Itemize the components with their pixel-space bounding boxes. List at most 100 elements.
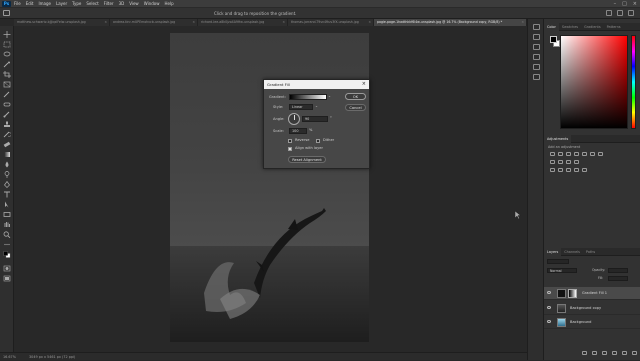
angle-dial[interactable] <box>288 113 300 125</box>
menu-window[interactable]: Window <box>144 0 160 8</box>
channel-mixer-icon[interactable] <box>566 160 571 164</box>
zoom-level[interactable]: 16.67% <box>3 355 16 359</box>
chevron-down-icon[interactable]: ⌄ <box>328 94 331 99</box>
folder-icon[interactable] <box>622 351 627 355</box>
menu-image[interactable]: Image <box>38 0 51 8</box>
minimize-button[interactable]: – <box>614 0 617 8</box>
posterize-icon[interactable] <box>558 168 563 172</box>
brush-tool-icon[interactable] <box>3 111 11 118</box>
close-icon[interactable]: × <box>521 19 524 26</box>
menu-view[interactable]: View <box>129 0 139 8</box>
path-selection-tool-icon[interactable] <box>3 201 11 208</box>
document-tab-active[interactable]: pagie-page-1hadthkkf6l4w-unsplash.jpg @ … <box>374 19 527 26</box>
color-balance-icon[interactable] <box>598 152 603 156</box>
blend-mode-select[interactable]: Normal <box>547 268 577 273</box>
menu-filter[interactable]: Filter <box>104 0 114 8</box>
tab-color[interactable]: Color <box>544 23 559 31</box>
dodge-tool-icon[interactable] <box>3 171 11 178</box>
gradient-map-icon[interactable] <box>574 168 579 172</box>
history-brush-tool-icon[interactable] <box>3 131 11 138</box>
tab-swatches[interactable]: Swatches <box>559 23 581 31</box>
hue-saturation-icon[interactable] <box>590 152 595 156</box>
threshold-icon[interactable] <box>566 168 571 172</box>
more-tools-icon[interactable] <box>3 241 11 248</box>
scale-input[interactable]: 100 <box>289 128 307 134</box>
visibility-eye-icon[interactable] <box>547 320 551 323</box>
properties-icon[interactable] <box>533 34 540 40</box>
blur-tool-icon[interactable] <box>3 161 11 168</box>
gradient-tool-icon[interactable] <box>3 151 11 158</box>
quick-mask-icon[interactable] <box>3 265 11 272</box>
tab-channels[interactable]: Channels <box>561 248 583 256</box>
frame-tool-icon[interactable] <box>3 81 11 88</box>
menu-file[interactable]: File <box>14 0 21 8</box>
chevron-down-icon[interactable]: ⌄ <box>315 104 318 109</box>
mask-icon[interactable] <box>602 351 607 355</box>
close-icon[interactable]: × <box>282 19 285 26</box>
foreground-color-swatch[interactable] <box>550 36 557 43</box>
tab-paths[interactable]: Paths <box>583 248 598 256</box>
reset-alignment-button[interactable]: Reset Alignment <box>288 156 326 163</box>
document-tab[interactable]: richard-lee-a8k0jzo4A9Hw-unsplash.jpg × <box>198 19 288 26</box>
tab-patterns[interactable]: Patterns <box>604 23 624 31</box>
menu-select[interactable]: Select <box>86 0 98 8</box>
black-white-icon[interactable] <box>550 160 555 164</box>
photo-filter-icon[interactable] <box>558 160 563 164</box>
document-tab[interactable]: thomas-jarrand-T9sn4ftuv3fX-unsplash.jpg… <box>288 19 374 26</box>
document-tab[interactable]: andrea-tinr-mUPEmohvcb-unsplash.jpg × <box>110 19 198 26</box>
fill-input[interactable] <box>608 276 628 281</box>
visibility-eye-icon[interactable] <box>547 306 551 309</box>
link-icon[interactable] <box>582 351 587 355</box>
close-icon[interactable]: × <box>104 19 107 26</box>
reverse-checkbox[interactable] <box>288 139 292 143</box>
maximize-button[interactable]: □ <box>622 0 627 8</box>
menu-layer[interactable]: Layer <box>56 0 67 8</box>
exposure-icon[interactable] <box>574 152 579 156</box>
gradient-preview[interactable] <box>289 94 327 100</box>
eyedropper-tool-icon[interactable] <box>3 91 11 98</box>
hue-slider[interactable] <box>631 35 636 129</box>
menu-edit[interactable]: Edit <box>26 0 34 8</box>
type-tool-icon[interactable] <box>3 191 11 198</box>
angle-input[interactable]: 90 <box>302 116 328 122</box>
workspace-icon[interactable] <box>617 10 623 16</box>
crop-tool-icon[interactable] <box>3 71 11 78</box>
layer-row[interactable]: Gradient Fill 1 <box>544 287 640 300</box>
fx-icon[interactable] <box>592 351 597 355</box>
levels-icon[interactable] <box>558 152 563 156</box>
ok-button[interactable]: OK <box>345 93 366 100</box>
tab-adjustments[interactable]: Adjustments <box>544 135 572 143</box>
history-icon[interactable] <box>533 24 540 30</box>
move-tool-icon[interactable] <box>3 31 11 38</box>
close-icon[interactable]: × <box>192 19 195 26</box>
paragraph-icon[interactable] <box>533 74 540 80</box>
brightness-icon[interactable] <box>550 152 555 156</box>
color-swatch-icon[interactable] <box>3 251 11 258</box>
layer-row[interactable]: Background copy <box>544 302 640 315</box>
home-icon[interactable] <box>3 10 10 16</box>
character-icon[interactable] <box>533 64 540 70</box>
color-picker-field[interactable] <box>560 35 628 129</box>
tab-layers[interactable]: Layers <box>544 248 562 256</box>
clone-stamp-tool-icon[interactable] <box>3 121 11 128</box>
pen-tool-icon[interactable] <box>3 181 11 188</box>
document-tab[interactable]: matthew-schwartz-bJjJqxlFelw-unsplash.jp… <box>14 19 110 26</box>
healing-brush-tool-icon[interactable] <box>3 101 11 108</box>
vibrance-icon[interactable] <box>582 152 587 156</box>
search-icon[interactable] <box>606 10 612 16</box>
opacity-input[interactable] <box>608 268 628 273</box>
lasso-tool-icon[interactable] <box>3 51 11 58</box>
menu-help[interactable]: Help <box>164 0 173 8</box>
menu-type[interactable]: Type <box>72 0 81 8</box>
selective-color-icon[interactable] <box>582 168 587 172</box>
cancel-button[interactable]: Cancel <box>345 104 366 111</box>
color-lookup-icon[interactable] <box>574 160 579 164</box>
brush-settings-icon[interactable] <box>533 54 540 60</box>
visibility-eye-icon[interactable] <box>547 291 551 294</box>
marquee-tool-icon[interactable] <box>3 41 11 48</box>
new-layer-icon[interactable] <box>632 351 637 355</box>
adjustment-layer-icon[interactable] <box>612 351 617 355</box>
menu-3d[interactable]: 3D <box>119 0 125 8</box>
close-icon[interactable]: × <box>362 80 366 89</box>
invert-icon[interactable] <box>550 168 555 172</box>
